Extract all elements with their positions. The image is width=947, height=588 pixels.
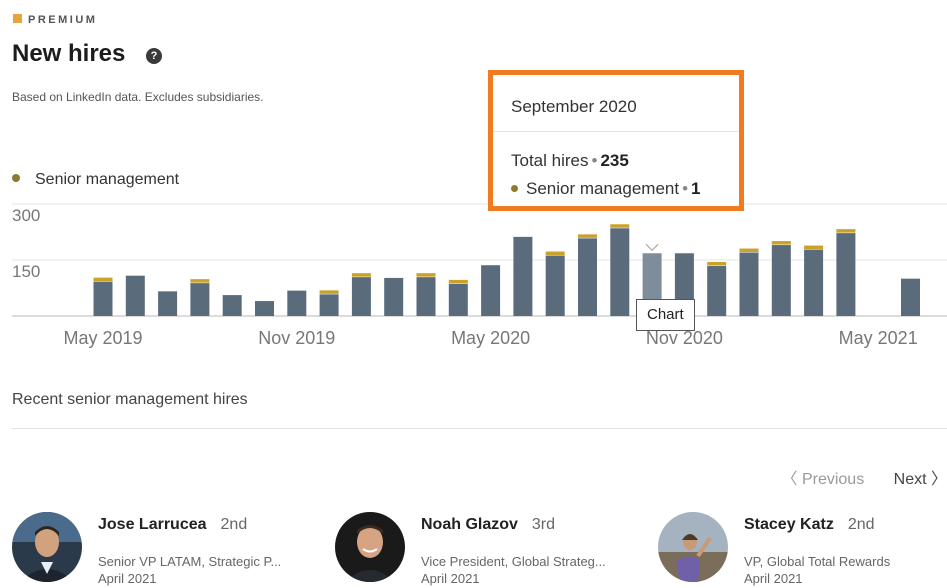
bar-senior-management bbox=[804, 245, 824, 250]
bar-senior-management bbox=[190, 279, 210, 283]
hire-date: April 2021 bbox=[744, 571, 803, 586]
pagination: 〈 Previous Next 〉 bbox=[781, 465, 947, 489]
bar-total-hires bbox=[158, 291, 178, 316]
bar-total-hires bbox=[901, 278, 920, 316]
bar-senior-management bbox=[771, 241, 791, 245]
bar-senior-management bbox=[93, 277, 113, 282]
premium-badge: PREMIUM bbox=[13, 14, 97, 26]
person-title: Senior VP LATAM, Strategic P... bbox=[98, 554, 282, 569]
bar-total-hires bbox=[771, 245, 791, 316]
previous-button[interactable]: 〈 Previous bbox=[781, 471, 864, 488]
y-tick-label: 150 bbox=[12, 262, 40, 281]
chevron-right-icon: 〉 bbox=[926, 471, 947, 488]
bar-total-hires bbox=[804, 249, 824, 316]
bar-total-hires bbox=[739, 252, 759, 316]
bar-senior-management bbox=[448, 279, 468, 284]
x-tick-label: May 2021 bbox=[839, 328, 918, 348]
bar-total-hires bbox=[384, 277, 404, 316]
tooltip-senior-label: Senior management bbox=[526, 179, 680, 198]
x-tick-label: Nov 2019 bbox=[258, 328, 335, 348]
bar-senior-management bbox=[836, 229, 856, 233]
tooltip-senior-value: 1 bbox=[691, 179, 701, 198]
bar-senior-management bbox=[578, 234, 597, 238]
tooltip-total-hires: Total hires • 235 bbox=[511, 151, 629, 170]
bar-total-hires bbox=[287, 290, 307, 316]
bar-total-hires bbox=[545, 255, 565, 316]
section-divider bbox=[12, 428, 947, 429]
bar-total-hires bbox=[190, 283, 210, 316]
hover-tooltip: September 2020 Total hires • 235 Senior ma… bbox=[488, 70, 744, 211]
bar-total-hires bbox=[610, 228, 630, 316]
next-button[interactable]: Next 〉 bbox=[894, 471, 947, 488]
bar-total-hires bbox=[93, 281, 113, 316]
person-title: VP, Global Total Rewards bbox=[744, 554, 891, 569]
person-name[interactable]: Jose Larrucea 2nd bbox=[98, 516, 247, 534]
bar-total-hires bbox=[481, 265, 501, 316]
data-source-note: Based on LinkedIn data. Excludes subsidi… bbox=[12, 90, 264, 104]
tooltip-total-label: Total hires bbox=[511, 151, 589, 170]
bar-senior-management bbox=[319, 290, 339, 294]
bar-total-hires bbox=[416, 277, 436, 316]
premium-icon bbox=[13, 14, 22, 23]
connection-degree: 2nd bbox=[220, 516, 248, 533]
bar-total-hires bbox=[513, 236, 533, 316]
bar-senior-management bbox=[351, 273, 371, 277]
bar-total-hires bbox=[351, 277, 371, 316]
connection-degree: 3rd bbox=[531, 516, 556, 533]
bar-total-hires bbox=[319, 294, 339, 316]
x-tick-label: Nov 2020 bbox=[646, 328, 723, 348]
person-name[interactable]: Noah Glazov 3rd bbox=[421, 516, 555, 534]
chart-legend: Senior management bbox=[12, 171, 179, 189]
x-tick-label: May 2020 bbox=[451, 328, 530, 348]
y-tick-label: 300 bbox=[12, 206, 40, 225]
recent-hires-heading: Recent senior management hires bbox=[12, 391, 248, 408]
legend-label: Senior management bbox=[35, 171, 180, 188]
page-title: New hires bbox=[12, 40, 126, 67]
premium-label: PREMIUM bbox=[28, 14, 98, 26]
legend-dot-icon bbox=[12, 174, 20, 182]
x-tick-label: May 2019 bbox=[63, 328, 142, 348]
chart-hover-label: Chart bbox=[636, 299, 695, 331]
bar-senior-management bbox=[707, 261, 727, 266]
bar-total-hires bbox=[707, 265, 727, 316]
avatar[interactable] bbox=[335, 512, 405, 582]
bar-senior-management bbox=[545, 251, 565, 256]
bar-total-hires bbox=[222, 295, 242, 316]
tooltip-month: September 2020 bbox=[511, 97, 637, 116]
tooltip-senior-management: Senior management • 1 bbox=[511, 179, 701, 199]
person-title: Vice President, Global Strateg... bbox=[421, 554, 606, 569]
bar-senior-management bbox=[610, 224, 630, 228]
hire-date: April 2021 bbox=[421, 571, 480, 586]
new-hires-chart[interactable]: 300 150 May 2019 Nov 2019 May 2020 Nov 2020 Ma… bbox=[0, 195, 947, 355]
bar-total-hires bbox=[125, 275, 145, 316]
tooltip-total-value: 235 bbox=[600, 151, 629, 170]
hire-date: April 2021 bbox=[98, 571, 157, 586]
person-name[interactable]: Stacey Katz 2nd bbox=[744, 516, 875, 534]
bar-total-hires bbox=[836, 233, 856, 316]
bar-total-hires bbox=[578, 238, 597, 316]
bar-senior-management bbox=[416, 273, 436, 277]
tooltip-divider bbox=[493, 131, 739, 132]
connection-degree: 2nd bbox=[847, 516, 875, 533]
bar-senior-management bbox=[739, 248, 759, 253]
bar-total-hires bbox=[448, 283, 468, 316]
help-icon[interactable]: ? bbox=[146, 48, 162, 64]
avatar[interactable] bbox=[12, 512, 82, 582]
bar-total-hires bbox=[255, 301, 274, 316]
tooltip-dot-icon bbox=[511, 185, 518, 192]
chevron-left-icon: 〈 bbox=[781, 471, 802, 488]
hover-caret-icon bbox=[645, 243, 659, 252]
avatar[interactable] bbox=[658, 512, 728, 582]
